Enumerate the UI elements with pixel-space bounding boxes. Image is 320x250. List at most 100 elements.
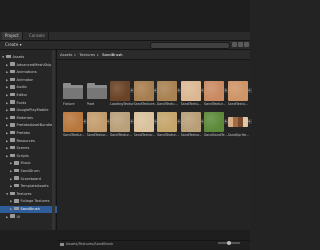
tree-item[interactable]: ▶ Scenes xyxy=(0,145,29,152)
slider-knob[interactable] xyxy=(227,241,231,245)
asset-label: SandTextur... xyxy=(180,133,203,137)
tree-item[interactable]: ▶ Scoreboard xyxy=(0,176,41,183)
texture-thumbnail xyxy=(204,81,224,101)
folder-icon xyxy=(10,100,15,104)
asset-label: SandTextur... xyxy=(204,102,226,106)
tree-item[interactable]: ▶ Animations xyxy=(0,69,37,76)
tree-item-label: SandDrum xyxy=(20,169,40,173)
tree-item-label: Scoreboard xyxy=(20,176,41,181)
folder-tree: ▼ Assets ▶ AdvancedMeshSkip ▶ Animations ▶ Anim… xyxy=(0,50,66,230)
tree-item[interactable]: ▼ Assets xyxy=(0,54,24,61)
tab-project[interactable]: Project xyxy=(2,32,23,40)
texture-asset[interactable]: ▸LoadingTextur... xyxy=(110,81,134,109)
texture-asset[interactable]: ▸ SandSandTe... xyxy=(204,112,228,140)
folder-icon xyxy=(14,206,19,211)
texture-asset[interactable]: ▸ SandTextur... xyxy=(110,112,134,140)
asset-label: SandTextur... xyxy=(110,133,132,137)
texture-asset[interactable]: ▸ SandTexture... xyxy=(133,81,158,109)
tree-item[interactable]: ▶ Fonts xyxy=(0,100,26,107)
tree-item[interactable]: ▼ Textures xyxy=(0,191,32,198)
tab-console[interactable]: Console xyxy=(26,32,49,40)
tree-item[interactable]: ▶ GooglePlayMobile xyxy=(0,107,48,114)
texture-asset[interactable]: ▸ SandTextur... xyxy=(86,112,111,140)
folder-asset[interactable]: Fixture xyxy=(63,81,85,109)
texture-thumbnail xyxy=(133,81,154,101)
texture-thumbnail xyxy=(157,81,177,101)
breadcrumb-item[interactable]: SandBrush xyxy=(102,52,123,57)
status-path: Assets/Textures/SandBrush xyxy=(66,242,114,246)
folder-icon xyxy=(10,153,15,158)
texture-asset[interactable]: ▸ SandTextur... xyxy=(180,112,205,140)
asset-label: SandTextu... xyxy=(227,102,249,106)
tree-item[interactable]: ▶ AdvancedMeshSkip xyxy=(0,62,51,69)
tree-item[interactable]: ▶ Materials xyxy=(0,115,33,122)
tree-item[interactable]: ▶ Scripts xyxy=(0,153,29,160)
texture-asset[interactable]: ▸ SandTextu... xyxy=(180,81,205,109)
texture-asset[interactable]: ▸ SandTextur... xyxy=(157,112,181,140)
breadcrumb-item[interactable]: Assets xyxy=(60,52,72,57)
tree-item-label: TemplateAssets xyxy=(20,184,49,189)
tree-item[interactable]: ▶ Music xyxy=(0,160,31,167)
texture-thumbnail xyxy=(204,112,224,132)
asset-label: SandTextur... xyxy=(157,133,179,137)
folder-icon xyxy=(10,107,15,112)
texture-asset[interactable]: ▸ SandSprite... xyxy=(227,112,252,140)
folder-icon xyxy=(14,168,19,173)
asset-label: SandTextur... xyxy=(133,133,156,137)
breadcrumb-item[interactable]: Textures xyxy=(79,52,95,57)
tree-item[interactable]: ▶ Resources xyxy=(0,138,35,145)
tree-item[interactable]: ▶ Animator xyxy=(0,77,33,84)
texture-asset[interactable]: ▸ SandTextu... xyxy=(157,81,181,109)
tree-item-label: UI xyxy=(16,214,21,219)
folder-icon xyxy=(10,115,15,120)
tree-item-label: Materials xyxy=(16,115,33,120)
tree-scrollbar[interactable] xyxy=(52,50,55,230)
tree-item-label: PrefabsAssetBundles xyxy=(16,123,55,128)
folder-icon xyxy=(10,138,15,142)
asset-label: Fixture xyxy=(63,102,75,106)
tree-item-label: Fonts xyxy=(16,100,27,105)
texture-thumbnail xyxy=(110,112,130,132)
tree-item-label: AdvancedMeshSkip xyxy=(16,62,52,67)
tree-item[interactable]: ▶ SandDrum xyxy=(0,168,40,175)
texture-thumbnail xyxy=(157,112,177,132)
folder-icon xyxy=(10,69,15,74)
tree-item-label: Resources xyxy=(16,138,35,143)
expand-subassets-icon[interactable]: ▸ xyxy=(247,119,252,124)
breadcrumb-separator-icon: ▸ xyxy=(97,52,100,57)
filter-label-icon[interactable] xyxy=(238,42,243,47)
texture-thumbnail xyxy=(133,112,154,132)
tree-item[interactable]: ▶ TemplateAssets xyxy=(0,183,49,190)
create-button[interactable]: Create ▾ xyxy=(3,42,24,48)
folder-icon xyxy=(14,199,19,203)
sprite-sheet-thumbnail xyxy=(227,117,248,127)
tree-item[interactable]: ▶ Editor xyxy=(0,92,27,99)
asset-label: SandTextu... xyxy=(157,102,178,106)
tree-item[interactable]: ▶ Prefabs xyxy=(0,130,30,137)
tree-item[interactable]: ▶ PrefabsAssetBundles xyxy=(0,122,54,129)
texture-asset[interactable]: ▸ SandTextur... xyxy=(63,112,87,140)
tree-item[interactable]: ▶ Audio xyxy=(0,84,27,91)
filter-type-icon[interactable] xyxy=(232,42,237,47)
tree-item-label: GooglePlayMobile xyxy=(16,108,49,113)
expand-subassets-icon[interactable]: ▸ xyxy=(247,88,252,93)
asset-label: SandTextur... xyxy=(63,133,85,137)
project-toolbar: Create ▾ xyxy=(0,41,250,50)
texture-thumbnail xyxy=(227,81,248,101)
texture-asset[interactable]: ▸ SandTextur... xyxy=(204,81,228,109)
asset-label: SandTextu... xyxy=(180,102,202,106)
folder-asset[interactable]: Pixel xyxy=(86,81,109,109)
folder-icon xyxy=(10,123,15,127)
texture-asset[interactable]: ▸ SandTextur... xyxy=(133,112,158,140)
tree-item[interactable]: ▶ Foliage Textures xyxy=(0,198,50,205)
tree-item[interactable]: ▶ UI xyxy=(0,214,20,221)
tree-item-label: Music xyxy=(20,161,31,166)
asset-label: SandTexture... xyxy=(133,102,158,106)
folder-icon xyxy=(10,62,15,66)
favorite-icon[interactable] xyxy=(244,42,249,47)
thumbnail-size-slider[interactable] xyxy=(218,241,240,245)
texture-asset[interactable]: ▸ SandTextu... xyxy=(227,81,252,109)
tree-item-label: Animations xyxy=(16,70,37,75)
tree-item-label: Assets xyxy=(12,55,25,59)
search-input[interactable] xyxy=(150,42,230,49)
